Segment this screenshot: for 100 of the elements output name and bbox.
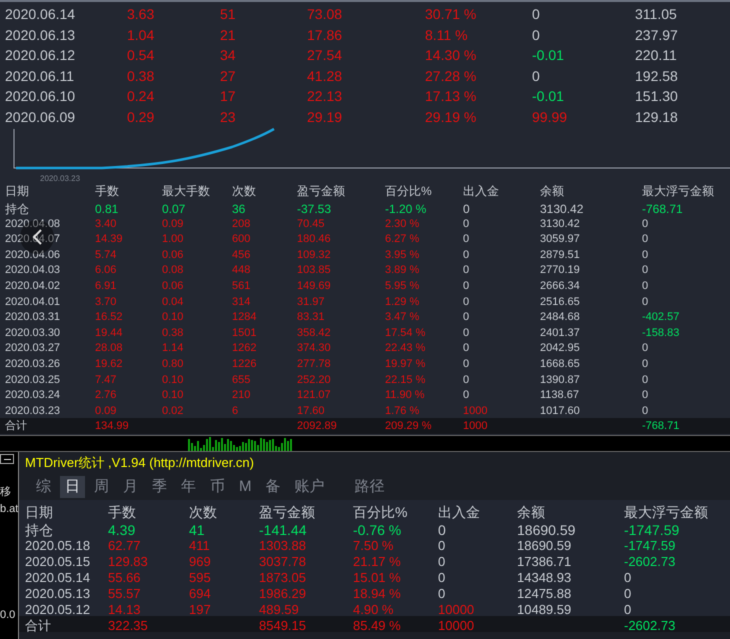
table-cell-text: 129.18 bbox=[635, 108, 679, 126]
table-cell-text: 55.66 bbox=[108, 569, 142, 587]
tab[interactable]: 币 bbox=[205, 476, 230, 498]
table-cell-text: -0.01 bbox=[532, 87, 565, 106]
table-cell-text: 0.06 bbox=[162, 278, 184, 294]
table-cell-text: 411 bbox=[189, 537, 211, 555]
table-cell-text: 29.19 bbox=[307, 108, 344, 126]
table-cell-text: 0.38 bbox=[127, 66, 156, 86]
table-cell-text: 3.89 % bbox=[385, 263, 420, 278]
table-cell-text: 1.04 bbox=[127, 26, 156, 44]
table-cell-text: 6 bbox=[232, 404, 240, 419]
table-cell-text: 5.95 % bbox=[385, 278, 420, 294]
table-cell-text: 0 bbox=[642, 356, 650, 372]
table-cell-text: 41 bbox=[189, 521, 206, 540]
date-cell-text: 2020.05.15 bbox=[25, 553, 92, 571]
table-cell-text: 0 bbox=[463, 248, 470, 263]
tab[interactable]: 路径 bbox=[350, 476, 390, 498]
table-cell-text: 最大手数 bbox=[162, 183, 211, 200]
table-cell-text: -37.53 bbox=[297, 201, 332, 218]
table-cell-text: 3130.42 bbox=[540, 201, 584, 218]
table-cell-text: -158.83 bbox=[642, 326, 680, 341]
tab[interactable]: 备 bbox=[260, 476, 286, 498]
table-cell-text: 314 bbox=[232, 294, 252, 310]
table-cell-text: 17386.71 bbox=[517, 553, 572, 571]
table-cell-text: 22.13 bbox=[307, 87, 344, 106]
date-cell-text: 日期 bbox=[25, 503, 54, 522]
table-cell-text: 1.14 bbox=[162, 341, 184, 356]
date-cell-text: 2020.06.12 bbox=[5, 46, 76, 65]
date-cell-text: 2020.05.13 bbox=[25, 585, 92, 603]
table-cell-text: 0 bbox=[463, 263, 470, 278]
table-cell-text: 6.91 bbox=[95, 278, 118, 294]
date-cell-text: 2020.04.06 bbox=[5, 248, 62, 263]
table-cell-text: 0 bbox=[642, 263, 650, 278]
tab[interactable]: 月 bbox=[118, 476, 143, 498]
table-cell-text: 0.08 bbox=[162, 263, 184, 278]
table-cell-text: 0 bbox=[642, 248, 650, 263]
table-cell-text: 0.09 bbox=[162, 216, 184, 232]
total-label: 合计 bbox=[25, 617, 52, 635]
table-cell-text: 手数 bbox=[108, 503, 137, 522]
minimize-icon[interactable] bbox=[0, 454, 14, 464]
table-cell-text: 盈亏金额 bbox=[259, 503, 316, 522]
table-cell-text: 6.27 % bbox=[385, 232, 420, 248]
table-cell-text: 1986.29 bbox=[259, 585, 307, 603]
date-cell-text: 2020.03.31 bbox=[5, 310, 62, 326]
table-cell-text: 220.11 bbox=[635, 46, 678, 65]
side-text: b.at bbox=[0, 502, 18, 516]
table-cell-text: 0 bbox=[642, 216, 650, 232]
table-cell-text: 600 bbox=[232, 232, 252, 248]
date-cell-text: 日期 bbox=[5, 183, 30, 200]
table-cell-text: 0.07 bbox=[162, 201, 186, 218]
tab[interactable]: 日 bbox=[60, 476, 85, 498]
table-cell-text: 30.71 % bbox=[425, 5, 478, 24]
table-cell-text: 17.13 % bbox=[425, 87, 478, 106]
table-cell-text: 3.95 % bbox=[385, 248, 420, 263]
date-cell-text: 2020.03.24 bbox=[5, 388, 62, 404]
tab[interactable]: 综 bbox=[31, 476, 56, 498]
date-cell-text: 2020.05.18 bbox=[25, 537, 92, 555]
table-cell-text: 34 bbox=[220, 46, 237, 65]
tab[interactable]: M bbox=[234, 476, 256, 498]
table-cell-text: 103.85 bbox=[297, 263, 332, 278]
table-cell-text: -1747.59 bbox=[624, 521, 680, 540]
table-cell-text: 55.57 bbox=[108, 585, 142, 603]
tab[interactable]: 年 bbox=[176, 476, 201, 498]
table-cell-text: 2.76 bbox=[95, 388, 118, 404]
tab[interactable]: 周 bbox=[89, 476, 114, 498]
table-cell-text: 0.09 bbox=[95, 404, 118, 419]
table-cell-text: 2092.89 bbox=[297, 419, 338, 434]
table-cell-text: 手数 bbox=[95, 183, 120, 200]
table-cell-text: 最大浮亏金额 bbox=[642, 183, 715, 200]
tab[interactable]: 账户 bbox=[290, 476, 330, 498]
table-cell-text: 3.47 % bbox=[385, 310, 420, 326]
table-cell-text: 0.81 bbox=[95, 201, 120, 218]
table-cell-text: 0 bbox=[463, 388, 470, 404]
table-cell-text: 1873.05 bbox=[259, 569, 307, 587]
table-cell-text: 0.24 bbox=[127, 87, 156, 106]
date-cell-text: 2020.04.08 bbox=[5, 216, 62, 232]
table-cell-text: 1138.67 bbox=[540, 388, 580, 404]
table-cell-text: 7.47 bbox=[95, 372, 118, 388]
table-cell-text: -0.01 bbox=[532, 46, 565, 65]
table-cell-text: 17.60 bbox=[297, 404, 326, 419]
table-cell-text: 0.54 bbox=[127, 46, 156, 65]
table-cell-text: 余额 bbox=[540, 183, 565, 200]
table-cell-text: 0 bbox=[463, 201, 471, 218]
tab[interactable]: 季 bbox=[147, 476, 172, 498]
table-cell-text: 14.13 bbox=[108, 601, 142, 619]
table-cell-text: 14348.93 bbox=[517, 569, 572, 587]
table-cell-text: 180.46 bbox=[297, 232, 332, 248]
table-cell-text: 0.06 bbox=[162, 248, 184, 263]
table-cell-text: 1.00 bbox=[162, 232, 184, 248]
table-cell-text: 694 bbox=[189, 585, 212, 603]
table-cell-text: 21 bbox=[220, 26, 237, 44]
date-cell-text: 2020.04.01 bbox=[5, 294, 62, 310]
table-cell-text: 121.07 bbox=[297, 388, 332, 404]
table-cell-text: 0 bbox=[642, 372, 650, 388]
table-cell-text: 0 bbox=[463, 356, 470, 372]
table-cell-text: 129.83 bbox=[108, 553, 149, 571]
date-cell-text: 2020.03.26 bbox=[5, 356, 62, 372]
table-cell-text: 1390.87 bbox=[540, 372, 581, 388]
table-cell-text: 2484.68 bbox=[540, 310, 581, 326]
table-cell-text: 19.62 bbox=[95, 356, 124, 372]
